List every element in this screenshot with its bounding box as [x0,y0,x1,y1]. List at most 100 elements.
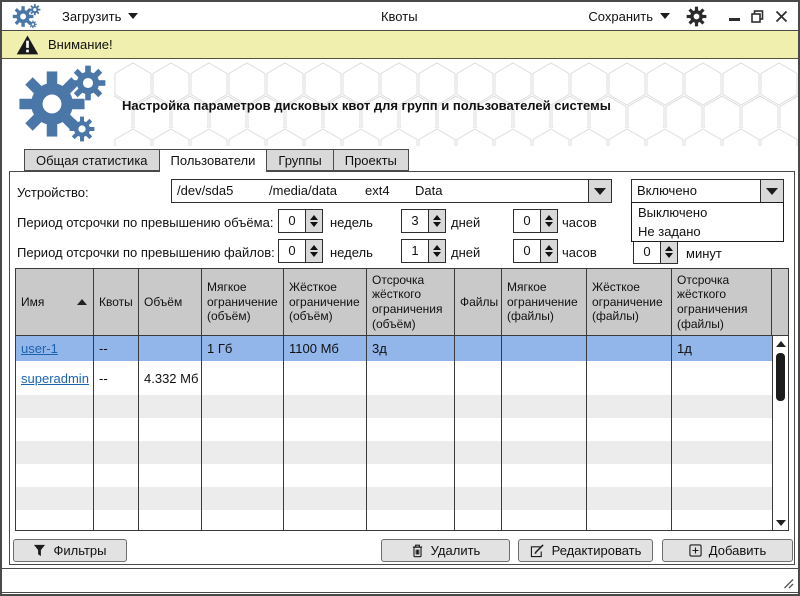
sort-ascending-icon [77,299,87,305]
minimize-icon[interactable] [729,18,740,21]
users-tab-panel: Устройство: /dev/sda5 /media/data ext4 D… [9,171,795,565]
delete-button[interactable]: Удалить [381,539,510,562]
table-header: Имя Квоты Объём Мягкое ограничение (объё… [16,269,788,336]
device-select[interactable]: /dev/sda5 /media/data ext4 Data [171,179,612,203]
volume-weeks-spinner[interactable]: 0 [278,209,323,233]
quota-mode-select[interactable]: Включено [631,179,784,203]
spinner-arrows-icon[interactable] [305,240,322,262]
load-menu-button[interactable]: Загрузить [62,9,138,24]
trash-icon [411,544,424,558]
scrollbar-thumb[interactable] [776,353,785,401]
quota-mode-option-unset[interactable]: Не задано [632,222,783,241]
volume-days-value[interactable]: 3 [402,210,428,232]
scroll-down-icon[interactable] [773,515,788,530]
edit-button-label: Редактировать [552,543,642,558]
funnel-icon [33,544,46,557]
column-header-hard-files[interactable]: Жёсткое ограничение (файлы) [587,269,672,335]
filters-button[interactable]: Фильтры [13,539,127,562]
files-days-spinner[interactable]: 1 [401,239,446,263]
save-menu-label: Сохранить [588,9,653,24]
spinner-arrows-icon[interactable] [428,210,445,232]
column-header-grace-volume[interactable]: Отсрочка жёсткого ограничения (объём) [367,269,455,335]
app-gears-icon [12,3,42,30]
volume-days-spinner[interactable]: 3 [401,209,446,233]
column-header-volume[interactable]: Объём [139,269,202,335]
quota-mode-value: Включено [637,180,697,202]
volume-label: Data [415,180,442,202]
minutes-unit-label: минут [686,246,722,261]
column-header-files[interactable]: Файлы [455,269,502,335]
tab-bar: Общая статистика Пользователи Группы Про… [24,149,408,172]
tab-users[interactable]: Пользователи [159,149,268,172]
quota-app-window: Загрузить Квоты Сохранить [0,0,800,596]
delete-button-label: Удалить [431,543,481,558]
table-row[interactable]: user-1 -- 1 Гб 1100 Мб 3д 1д [16,336,772,361]
filters-button-label: Фильтры [53,543,106,558]
spinner-arrows-icon[interactable] [428,240,445,262]
weeks-unit-label: недель [330,245,373,260]
chevron-down-icon[interactable] [588,180,611,202]
add-button-label: Добавить [709,543,766,558]
files-weeks-spinner[interactable]: 0 [278,239,323,263]
app-header: Настройка параметров дисковых квот для г… [2,60,798,148]
tab-groups[interactable]: Группы [266,149,333,171]
resize-grip-icon[interactable] [780,575,794,589]
spinner-arrows-icon[interactable] [660,241,677,263]
app-description: Настройка параметров дисковых квот для г… [122,98,611,113]
title-bar: Загрузить Квоты Сохранить [2,2,798,31]
volume-hours-value[interactable]: 0 [514,210,540,232]
quota-table: Имя Квоты Объём Мягкое ограничение (объё… [15,268,789,531]
column-header-name[interactable]: Имя [16,269,94,335]
device-path: /dev/sda5 [177,180,233,202]
tab-general-statistics[interactable]: Общая статистика [24,149,160,171]
add-button[interactable]: Добавить [662,539,793,562]
device-label: Устройство: [17,185,89,200]
files-minutes-spinner[interactable]: 0 [633,240,678,264]
restore-icon[interactable] [751,10,764,23]
tab-projects[interactable]: Проекты [333,149,409,171]
vertical-scrollbar[interactable] [772,336,788,530]
edit-button[interactable]: Редактировать [518,539,653,562]
column-header-hard-volume[interactable]: Жёсткое ограничение (объём) [284,269,367,335]
files-weeks-value[interactable]: 0 [279,240,305,262]
volume-hours-spinner[interactable]: 0 [513,209,558,233]
grace-volume-label: Период отсрочки по превышению объёма: [17,215,273,230]
files-hours-spinner[interactable]: 0 [513,239,558,263]
volume-weeks-value[interactable]: 0 [279,210,305,232]
column-header-quotas[interactable]: Квоты [94,269,139,335]
status-bar [2,568,798,593]
files-minutes-value[interactable]: 0 [634,241,660,263]
empty-row-stripes [16,395,772,530]
chevron-down-icon[interactable] [760,180,783,202]
chevron-down-icon [128,13,138,19]
table-header-scrollbar-cap [771,269,788,335]
fs-type: ext4 [365,180,390,202]
load-menu-label: Загрузить [62,9,121,24]
column-header-soft-files[interactable]: Мягкое ограничение (файлы) [502,269,587,335]
files-days-value[interactable]: 1 [402,240,428,262]
plus-square-icon [689,544,702,557]
window-title: Квоты [381,9,418,24]
scroll-up-icon[interactable] [773,336,788,351]
spinner-arrows-icon[interactable] [540,210,557,232]
grace-files-label: Период отсрочки по превышению файлов: [17,245,275,260]
save-menu-button[interactable]: Сохранить [588,9,670,24]
table-row[interactable]: superadmin -- 4.332 Мб [16,361,772,395]
quota-mode-option-off[interactable]: Выключено [632,203,783,222]
pencil-square-icon [530,544,545,558]
chevron-down-icon [660,13,670,19]
quota-mode-dropdown-list: Выключено Не задано [631,202,784,242]
spinner-arrows-icon[interactable] [540,240,557,262]
close-icon[interactable] [775,10,788,23]
days-unit-label: дней [451,215,480,230]
column-header-soft-volume[interactable]: Мягкое ограничение (объём) [202,269,284,335]
warning-text: Внимание! [48,37,113,52]
user-link[interactable]: user-1 [21,341,58,356]
warning-banner: Внимание! [2,31,798,59]
settings-gear-icon[interactable] [686,6,707,27]
files-hours-value[interactable]: 0 [514,240,540,262]
spinner-arrows-icon[interactable] [305,210,322,232]
hours-unit-label: часов [562,245,597,260]
user-link[interactable]: superadmin [21,371,89,386]
column-header-grace-files[interactable]: Отсрочка жёсткого ограничения (файлы) [672,269,771,335]
